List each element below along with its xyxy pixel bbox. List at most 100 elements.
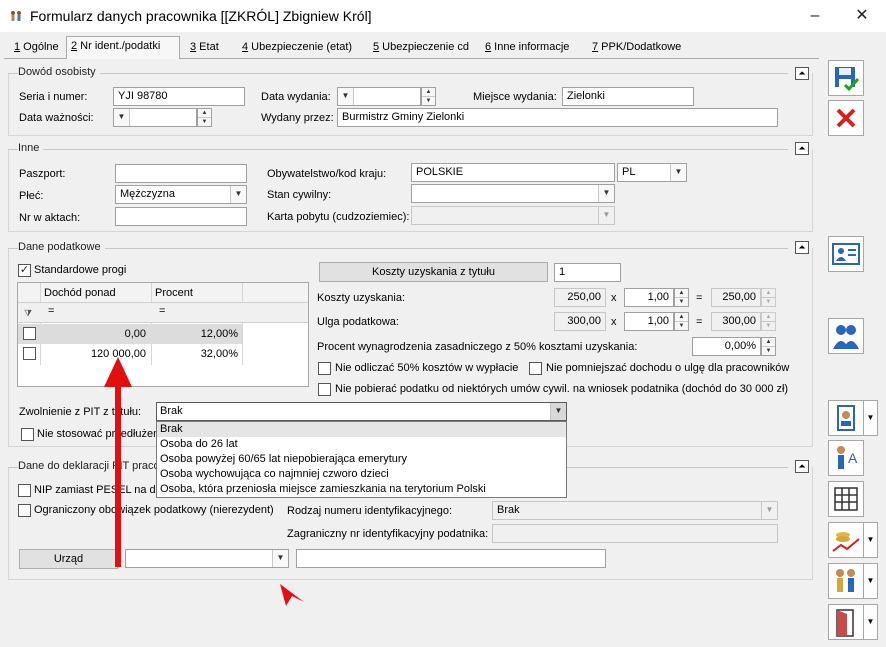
tab-nr-ident-podatki[interactable]: 2 Nr ident./podatki <box>66 36 180 59</box>
id-photo-menu-arrow[interactable]: ▼ <box>864 400 878 436</box>
exit-door-button[interactable] <box>828 604 864 640</box>
minimize-button[interactable]: – <box>800 4 830 28</box>
people-group-button[interactable] <box>828 563 864 599</box>
koszty-mult-input[interactable]: 1,00 <box>624 288 674 307</box>
save-button[interactable] <box>828 60 864 96</box>
people-button[interactable] <box>828 318 864 354</box>
nie-odliczac-checkbox[interactable] <box>318 362 331 375</box>
plec-dropdown[interactable]: ▼ <box>230 186 246 203</box>
exit-door-menu-arrow[interactable]: ▼ <box>864 604 878 640</box>
kod-kraju-dropdown[interactable]: ▼ <box>670 164 686 181</box>
person-font-icon: A <box>837 446 858 469</box>
collapse-podatkowe-button[interactable]: ⏶ <box>795 241 809 254</box>
id-photo-button[interactable] <box>828 400 864 436</box>
collapse-dowod-button[interactable]: ⏶ <box>795 67 809 80</box>
urzad-dropdown[interactable]: ▼ <box>272 550 288 567</box>
urzad-name-input[interactable] <box>296 549 606 568</box>
chart-coins-button[interactable] <box>828 522 864 558</box>
data-wydania-spinner[interactable]: ▲ ▼ <box>421 87 436 106</box>
stan-cywilny-dropdown[interactable]: ▼ <box>598 185 614 202</box>
close-window-button[interactable]: ✕ <box>847 4 877 28</box>
zwolnienie-select[interactable]: Brak ▼ <box>156 402 567 421</box>
waznosc-input[interactable]: ▼ <box>113 108 197 127</box>
koszty-tytul-input[interactable]: 1 <box>554 263 621 282</box>
koszty-value[interactable]: 250,00 <box>554 288 606 307</box>
urzad-select[interactable]: ▼ <box>125 549 289 568</box>
ograniczony-label: Ograniczony obowiązek podatkowy (nierezy… <box>34 504 274 516</box>
koszty-mult-spinner[interactable]: ▲ ▼ <box>674 288 689 307</box>
nip-zamiast-pesel-checkbox[interactable] <box>18 484 31 497</box>
collapse-deklaracje-button[interactable]: ⏶ <box>795 460 809 473</box>
koszty-result-spinner[interactable]: ▲ ▼ <box>761 288 776 307</box>
obywatelstwo-input[interactable]: POLSKIE <box>411 163 615 182</box>
collapse-inne-button[interactable]: ⏶ <box>795 142 809 155</box>
waznosc-dropdown[interactable]: ▼ <box>114 109 130 126</box>
person-font-button[interactable]: A <box>828 440 864 476</box>
tab-ubezpieczenie-cd[interactable]: 5 Ubezpieczenie cd <box>369 38 473 58</box>
grid-button[interactable] <box>828 481 864 517</box>
people-group-menu-arrow[interactable]: ▼ <box>864 563 878 599</box>
app-icon <box>11 11 21 21</box>
dropdown-option[interactable]: Osoba do 26 lat <box>157 437 566 452</box>
rodzaj-dropdown[interactable]: ▼ <box>761 502 777 519</box>
tab-ubezpieczenie-etat[interactable]: 4 Ubezpieczenie (etat) <box>238 38 356 58</box>
data-wydania-dropdown[interactable]: ▼ <box>338 88 354 105</box>
cancel-button[interactable] <box>828 100 864 136</box>
zwolnienie-dropdown[interactable]: ▼ <box>550 403 566 420</box>
nie-stosowac-checkbox[interactable] <box>21 428 34 441</box>
row-procent: 32,00% <box>200 348 238 360</box>
akta-input[interactable] <box>115 207 247 226</box>
contact-card-button[interactable] <box>828 236 864 272</box>
stan-cywilny-label: Stan cywilny: <box>267 189 332 201</box>
nie-pobierac-checkbox[interactable] <box>318 383 331 396</box>
ulga-mult-spinner[interactable]: ▲ ▼ <box>674 312 689 331</box>
seria-input[interactable]: YJI 98780 <box>113 87 245 106</box>
grid-header-dochod[interactable]: Dochód ponad <box>44 287 116 299</box>
dropdown-option[interactable]: Osoba powyżej 60/65 lat niepobierająca e… <box>157 452 566 467</box>
plec-select[interactable]: Mężczyzna ▼ <box>115 185 247 204</box>
nie-pomniejszac-checkbox[interactable] <box>529 362 542 375</box>
ulga-mult-input[interactable]: 1,00 <box>624 312 674 331</box>
dowod-title: Dowód osobisty <box>18 66 100 78</box>
progi-grid[interactable]: Dochód ponad Procent ⧩ = = 0,00 12,00% 1… <box>17 282 309 387</box>
koszty-label: Koszty uzyskania: <box>317 292 406 304</box>
ulga-result-spinner[interactable]: ▲ ▼ <box>761 312 776 331</box>
koszty-result[interactable]: 250,00 <box>711 288 761 307</box>
stan-cywilny-select[interactable]: ▼ <box>411 184 615 203</box>
waznosc-spinner[interactable]: ▲ ▼ <box>197 108 212 127</box>
dropdown-option[interactable]: Osoba, która przeniosła miejsce zamieszk… <box>157 482 566 497</box>
row-checkbox[interactable] <box>23 347 36 360</box>
ulga-result[interactable]: 300,00 <box>711 312 761 331</box>
procent-wynagrodzenia-input[interactable]: 0,00% <box>692 337 761 356</box>
tab-etat[interactable]: 3 Etat <box>186 38 223 58</box>
karta-pobytu-select[interactable]: ▼ <box>411 206 615 225</box>
rodzaj-label: Rodzaj numeru identyfikacyjnego: <box>287 505 453 517</box>
grid-icon <box>834 487 858 511</box>
grid-header-procent[interactable]: Procent <box>155 287 193 299</box>
zagraniczny-input[interactable] <box>492 524 778 543</box>
rodzaj-select[interactable]: Brak ▼ <box>492 501 778 520</box>
wydany-input[interactable]: Burmistrz Gminy Zielonki <box>337 108 778 127</box>
tab-ogolne[interactable]: 1 Ogólne <box>10 38 63 58</box>
miejsce-input[interactable]: Zielonki <box>562 87 694 106</box>
data-wydania-input[interactable]: ▼ <box>337 87 421 106</box>
tab-ppk-dodatkowe[interactable]: 7 PPK/Dodatkowe <box>588 38 685 58</box>
filter-op-dochod[interactable]: = <box>48 305 54 317</box>
chart-coins-menu-arrow[interactable]: ▼ <box>864 522 878 558</box>
ograniczony-checkbox[interactable] <box>18 504 31 517</box>
paszport-input[interactable] <box>115 164 247 183</box>
kod-kraju-select[interactable]: PL ▼ <box>617 163 687 182</box>
red-arrow-annotation <box>104 357 132 567</box>
procent-wynagrodzenia-spinner[interactable]: ▲ ▼ <box>761 337 776 356</box>
dropdown-option[interactable]: Brak <box>157 422 566 437</box>
tab-inne-informacje[interactable]: 6 Inne informacje <box>481 38 573 58</box>
zwolnienie-dropdown-list[interactable]: Brak Osoba do 26 lat Osoba powyżej 60/65… <box>156 421 567 498</box>
ulga-value[interactable]: 300,00 <box>554 312 606 331</box>
standardowe-progi-checkbox[interactable]: ✓ <box>18 264 31 277</box>
filter-icon[interactable]: ⧩ <box>24 308 32 319</box>
karta-pobytu-dropdown[interactable]: ▼ <box>598 207 614 224</box>
koszty-tytul-button[interactable]: Koszty uzyskania z tytułu <box>319 262 548 282</box>
filter-op-procent[interactable]: = <box>159 305 165 317</box>
row-checkbox[interactable] <box>23 327 36 340</box>
dropdown-option[interactable]: Osoba wychowująca co najmniej czworo dzi… <box>157 467 566 482</box>
